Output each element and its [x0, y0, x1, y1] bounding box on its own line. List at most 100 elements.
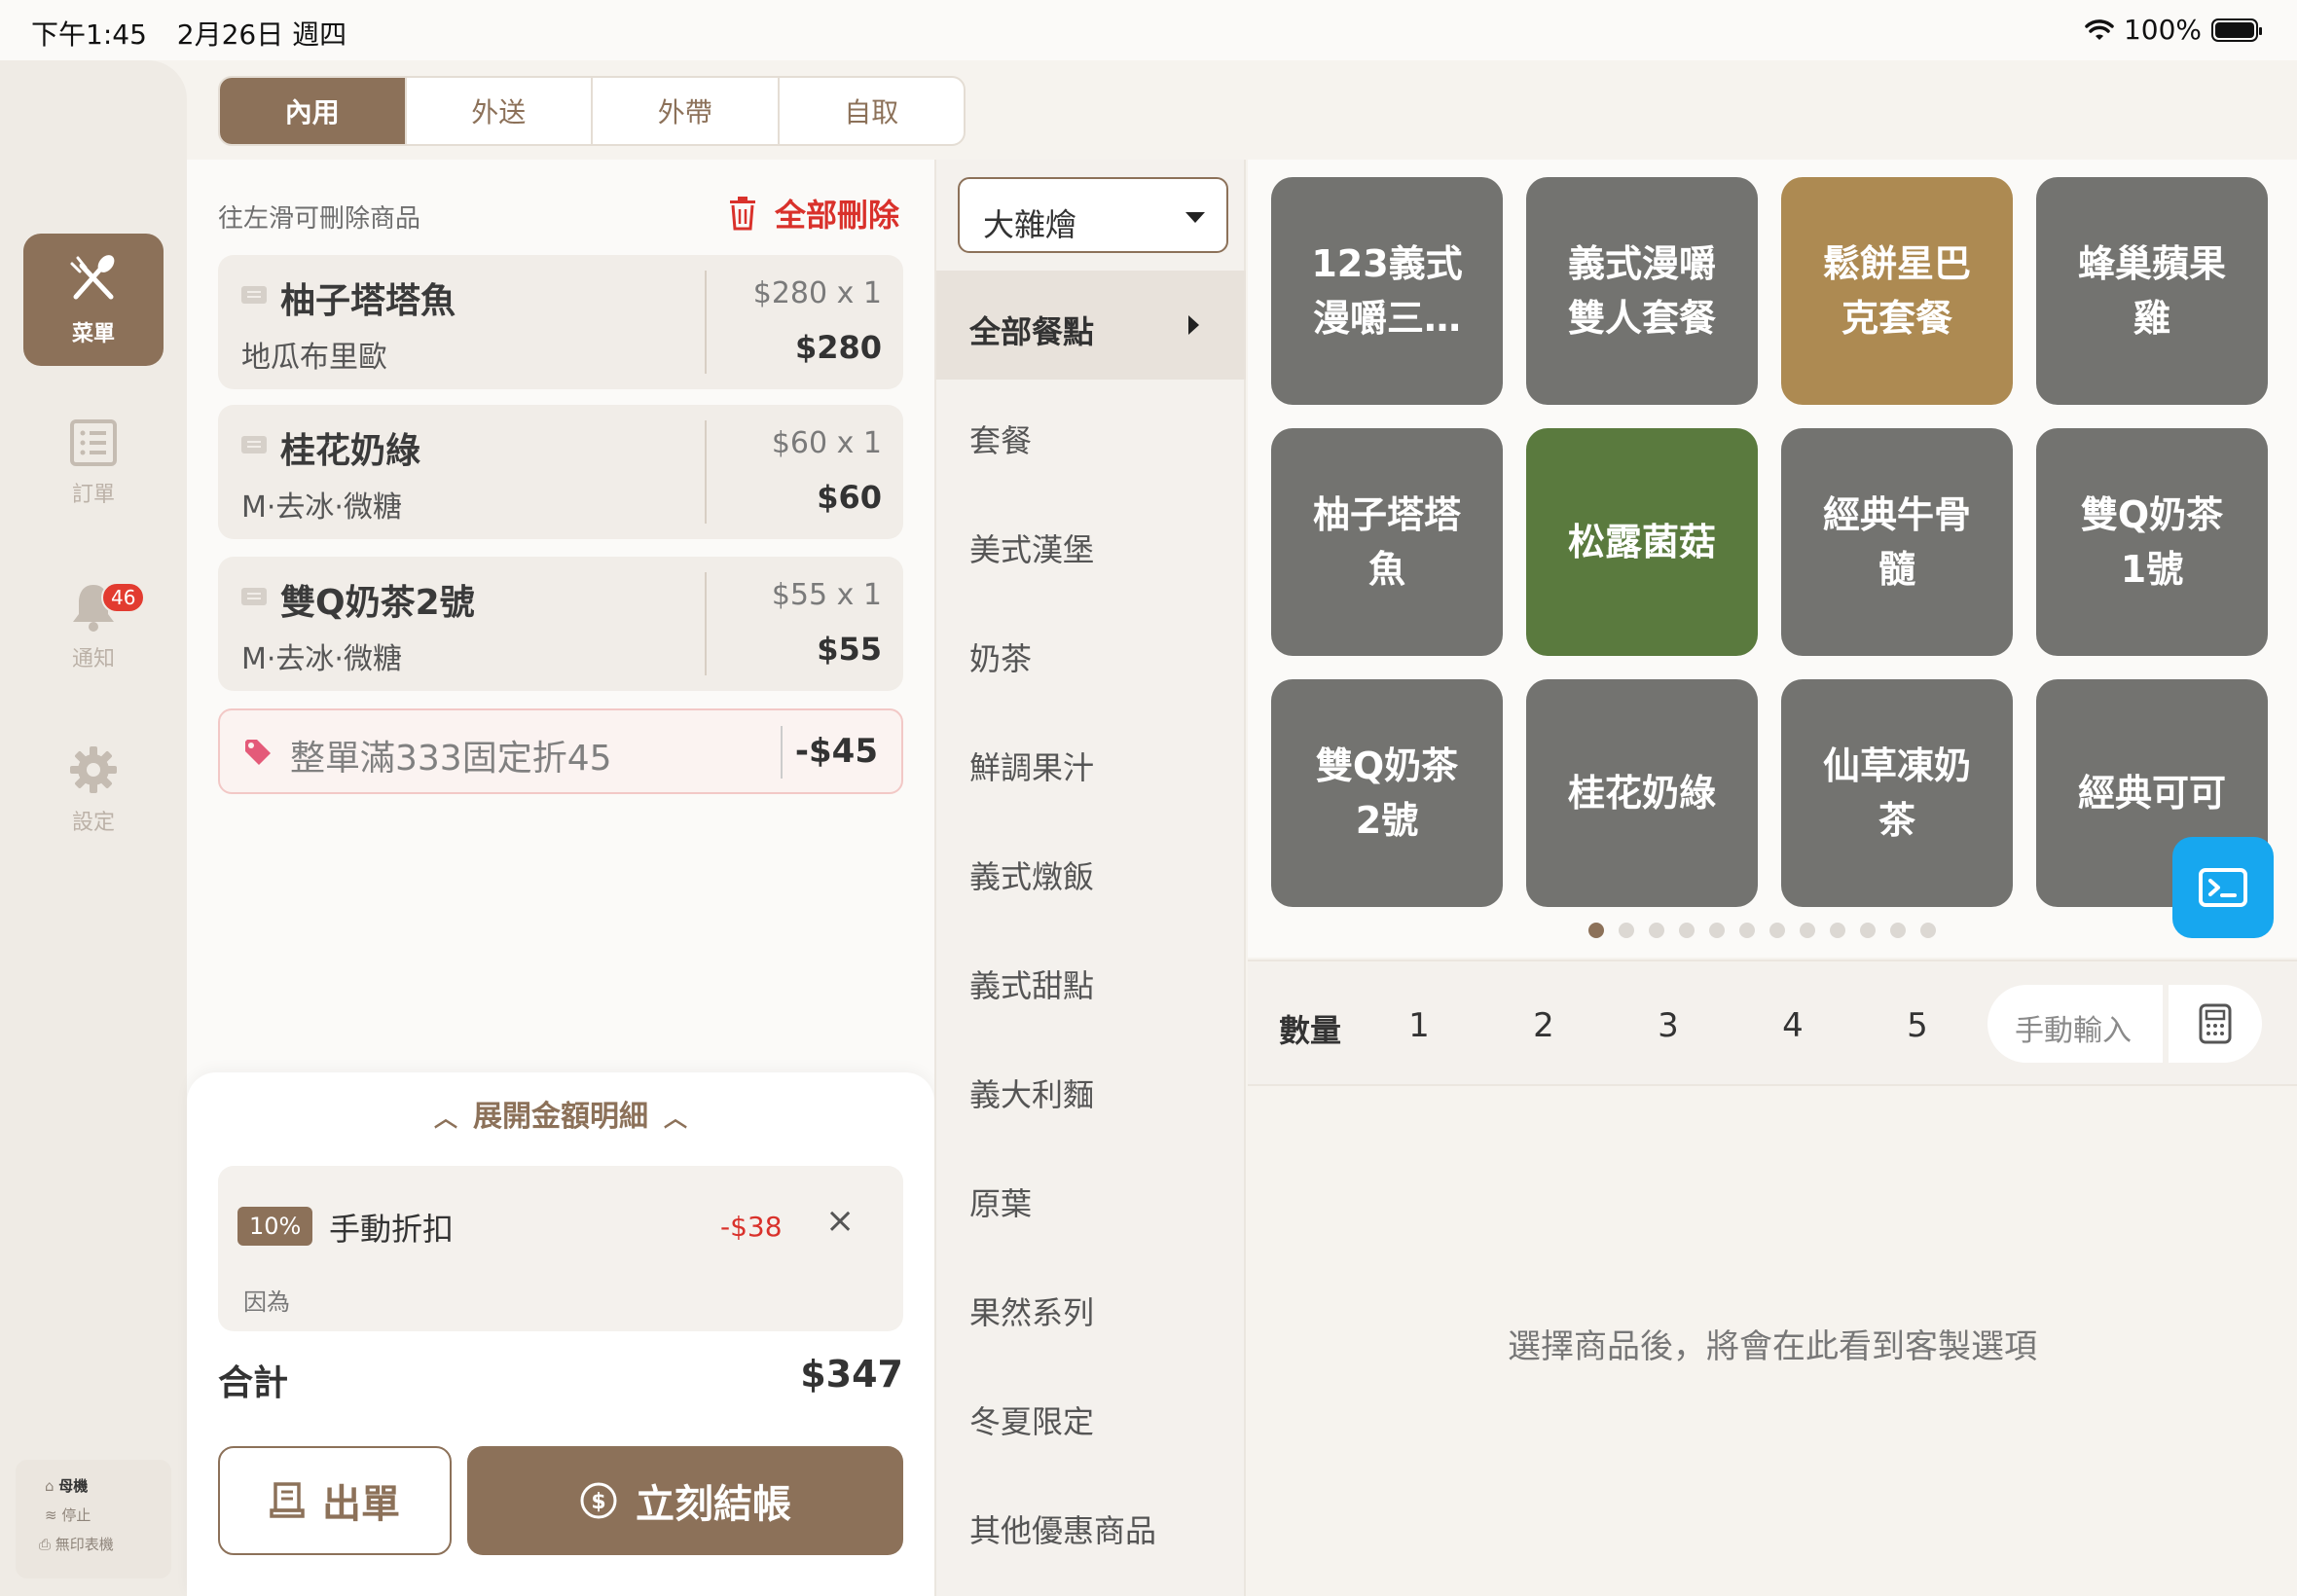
- category-item[interactable]: 義式燉飯: [936, 816, 1246, 925]
- checkout-button[interactable]: $ 立刻結帳: [467, 1446, 903, 1555]
- quantity-option[interactable]: 4: [1764, 1006, 1822, 1045]
- product-tile[interactable]: 123義式 漫嚼三…: [1271, 177, 1503, 405]
- total-label: 合計: [218, 1363, 289, 1403]
- manual-quantity-input[interactable]: 手動輸入: [1987, 985, 2163, 1063]
- battery-icon: [2211, 18, 2262, 42]
- category-item[interactable]: 全部餐點: [936, 271, 1246, 380]
- cart-item-qty: $55 x 1: [771, 578, 882, 612]
- page-dot[interactable]: [1619, 923, 1634, 938]
- store-select[interactable]: 大雜燴: [958, 177, 1228, 253]
- page-dot[interactable]: [1830, 923, 1845, 938]
- product-tile[interactable]: 桂花奶綠: [1526, 679, 1758, 907]
- category-item[interactable]: 其他優惠商品: [936, 1469, 1246, 1578]
- page-dot[interactable]: [1588, 923, 1604, 938]
- caret-down-icon: [1185, 212, 1205, 223]
- ticket-icon: [241, 588, 267, 605]
- category-item[interactable]: 義式甜點: [936, 925, 1246, 1034]
- page-dot[interactable]: [1890, 923, 1906, 938]
- promo-value: -$45: [794, 732, 878, 771]
- tab-pickup[interactable]: 自取: [780, 78, 965, 144]
- category-item[interactable]: 冬夏限定: [936, 1360, 1246, 1469]
- product-grid: 123義式 漫嚼三… 義式漫嚼 雙人套餐 鬆餅星巴 克套餐 蜂巢蘋果雞 柚子塔塔魚 松…: [1248, 160, 2297, 958]
- product-tile[interactable]: 義式漫嚼 雙人套餐: [1526, 177, 1758, 405]
- swipe-hint: 往左滑可刪除商品: [218, 204, 421, 234]
- category-item[interactable]: 果然系列: [936, 1251, 1246, 1360]
- cart-item-subtotal: $55: [817, 631, 882, 668]
- nav-label-notifications: 通知: [71, 647, 115, 671]
- printer-off-icon: ⎙: [39, 1536, 55, 1553]
- close-icon[interactable]: ×: [825, 1201, 855, 1241]
- delete-all-button[interactable]: 全部刪除: [728, 191, 899, 236]
- ticket-icon: [241, 286, 267, 304]
- page-dot[interactable]: [1769, 923, 1785, 938]
- quantity-option[interactable]: 1: [1390, 1006, 1448, 1045]
- tag-icon: [245, 740, 271, 765]
- category-item[interactable]: 鮮調果汁: [936, 707, 1246, 816]
- nav-label-orders: 訂單: [71, 483, 115, 507]
- product-tile[interactable]: 經典牛骨髓: [1781, 428, 2013, 656]
- quantity-option[interactable]: 3: [1639, 1006, 1697, 1045]
- tab-dine-in[interactable]: 內用: [220, 78, 407, 144]
- manual-discount-card[interactable]: 10% 手動折扣 -$38 × 因為: [218, 1166, 903, 1331]
- page-dot[interactable]: [1920, 923, 1936, 938]
- chevron-up-icon: ︿: [664, 1105, 687, 1132]
- product-tile[interactable]: 雙Q奶茶 2號: [1271, 679, 1503, 907]
- category-item[interactable]: 義大利麵: [936, 1034, 1246, 1143]
- receipt-icon: [270, 1482, 305, 1518]
- page-indicator[interactable]: [1588, 923, 1936, 938]
- page-dot[interactable]: [1739, 923, 1755, 938]
- cart-item[interactable]: 柚子塔塔魚 地瓜布里歐 $280 x 1 $280: [218, 255, 903, 389]
- category-item[interactable]: 奶茶: [936, 598, 1246, 707]
- status-bar: 下午1:45 2月26日 週四 100%: [0, 0, 2297, 60]
- chevron-up-icon: ︿: [434, 1105, 457, 1132]
- product-tile[interactable]: 鬆餅星巴 克套餐: [1781, 177, 2013, 405]
- nav-item-menu[interactable]: 菜單: [23, 234, 164, 366]
- wifi-off-icon: ≋: [45, 1506, 62, 1524]
- nav-item-orders[interactable]: 訂單: [23, 397, 164, 529]
- tab-takeout[interactable]: 外帶: [593, 78, 780, 144]
- device-status-text: 停止: [61, 1506, 91, 1524]
- cart-item-name: 雙Q奶茶2號: [280, 583, 475, 623]
- summary-panel: ︿ 展開金額明細 ︿ 10% 手動折扣 -$38 × 因為 合計 $347 出單 $: [187, 1072, 934, 1596]
- calculator-button[interactable]: [2169, 985, 2262, 1063]
- page-dot[interactable]: [1860, 923, 1876, 938]
- quantity-option[interactable]: 2: [1514, 1006, 1573, 1045]
- page-dot[interactable]: [1679, 923, 1695, 938]
- customization-placeholder: 選擇商品後，將會在此看到客製選項: [1508, 1327, 2037, 1366]
- cart-panel: 往左滑可刪除商品 全部刪除 柚子塔塔魚 地瓜布里歐 $280 x 1 $280 …: [187, 160, 934, 1596]
- store-select-value: 大雜燴: [983, 206, 1077, 243]
- discount-value: -$38: [720, 1211, 783, 1243]
- tab-delivery[interactable]: 外送: [407, 78, 593, 144]
- cart-item[interactable]: 雙Q奶茶2號 M·去冰·微糖 $55 x 1 $55: [218, 557, 903, 691]
- product-tile[interactable]: 雙Q奶茶 1號: [2036, 428, 2268, 656]
- order-type-tabs: 內用 外送 外帶 自取: [218, 76, 966, 146]
- promo-row[interactable]: 整單滿333固定折45 -$45: [218, 708, 903, 794]
- product-tile[interactable]: 仙草凍奶茶: [1781, 679, 2013, 907]
- category-column: 大雜燴 全部餐點 套餐 美式漢堡 奶茶 鮮調果汁 義式燉飯 義式甜點 義大利麵 …: [934, 160, 1246, 1596]
- cart-item-subtotal: $60: [817, 479, 882, 516]
- terminal-button[interactable]: [2172, 837, 2274, 938]
- nav-item-notifications[interactable]: 46 通知: [23, 561, 164, 693]
- page-dot[interactable]: [1800, 923, 1815, 938]
- cart-item[interactable]: 桂花奶綠 M·去冰·微糖 $60 x 1 $60: [218, 405, 903, 539]
- product-tile[interactable]: 松露菌菇: [1526, 428, 1758, 656]
- category-item[interactable]: 美式漢堡: [936, 489, 1246, 598]
- quantity-option[interactable]: 5: [1888, 1006, 1947, 1045]
- svg-text:$: $: [591, 1490, 605, 1514]
- nav-item-settings[interactable]: 設定: [23, 724, 164, 856]
- total-value: $347: [800, 1353, 903, 1396]
- product-tile[interactable]: 柚子塔塔魚: [1271, 428, 1503, 656]
- nav-label-menu: 菜單: [71, 322, 115, 346]
- print-order-button[interactable]: 出單: [218, 1446, 452, 1555]
- device-status[interactable]: ⌂ 母機 ≋ 停止 ⎙ 無印表機: [16, 1460, 171, 1578]
- page-dot[interactable]: [1649, 923, 1664, 938]
- category-item[interactable]: 原葉: [936, 1143, 1246, 1251]
- product-tile[interactable]: 蜂巢蘋果雞: [2036, 177, 2268, 405]
- router-icon: ⌂: [45, 1477, 59, 1495]
- quantity-label: 數量: [1279, 1012, 1342, 1049]
- page-dot[interactable]: [1709, 923, 1725, 938]
- trash-icon: [729, 197, 755, 231]
- expand-label: 展開金額明細: [473, 1100, 648, 1134]
- expand-details-button[interactable]: ︿ 展開金額明細 ︿: [187, 1092, 934, 1135]
- category-item[interactable]: 套餐: [936, 380, 1246, 489]
